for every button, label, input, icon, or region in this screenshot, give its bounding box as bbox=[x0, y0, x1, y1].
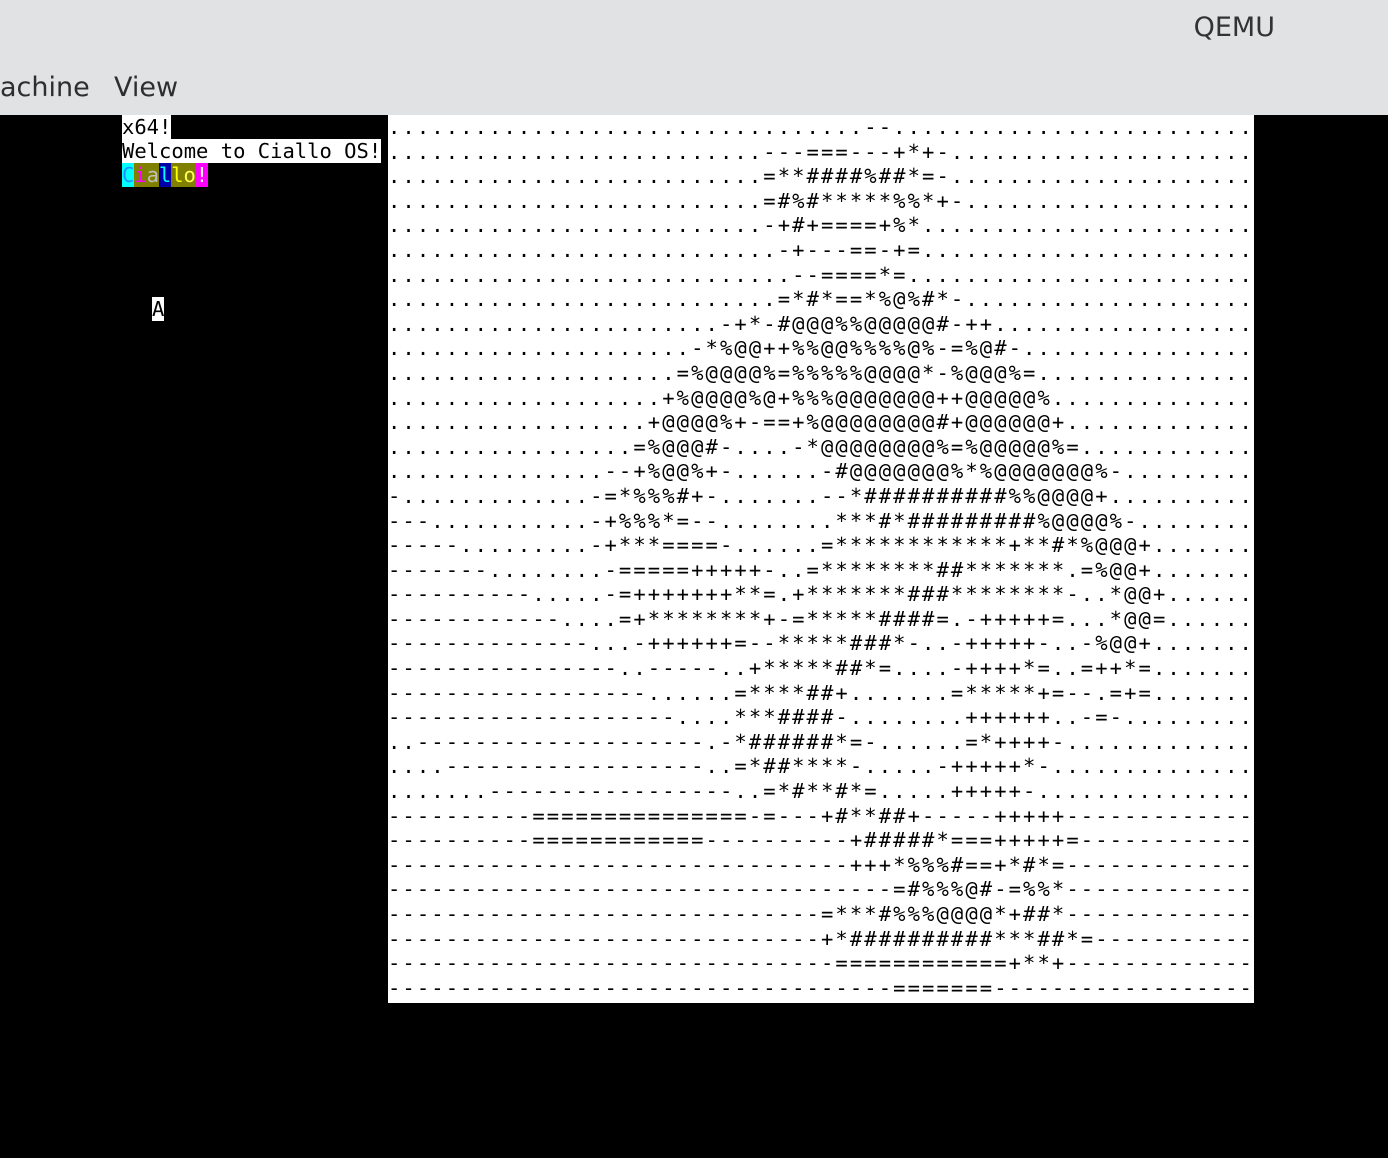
ascii-art-row: ............................--====*=....… bbox=[388, 262, 1254, 287]
ascii-art-row: ------------....=+********+-=*****####=.… bbox=[388, 606, 1254, 631]
ascii-art-row: ------------------------------+*########… bbox=[388, 926, 1254, 951]
ascii-art-row: -.............-=*%%%#+-.......--*#######… bbox=[388, 483, 1254, 508]
ascii-art-row: ..........................=**####%##*=-.… bbox=[388, 164, 1254, 189]
title-bar: QEMU bbox=[0, 0, 1388, 64]
ascii-art: .................................--.....… bbox=[388, 115, 1254, 1000]
window-title: QEMU bbox=[1193, 12, 1275, 43]
menu-machine[interactable]: achine bbox=[0, 72, 90, 103]
ascii-art-row: ...............--+%@@%+-......-#@@@@@@@%… bbox=[388, 459, 1254, 484]
ascii-art-row: ..........................=#%#*****%%*+-… bbox=[388, 188, 1254, 213]
ascii-art-row: .....................-*%@@++%%@@%%%%@%-=… bbox=[388, 336, 1254, 361]
ascii-art-row: ....------------------..=*##****-.....-+… bbox=[388, 754, 1254, 779]
ascii-art-row: ..................+@@@@%+-==+%@@@@@@@@#+… bbox=[388, 410, 1254, 435]
ascii-art-row: .................................--.....… bbox=[388, 115, 1254, 139]
menu-bar: achine View bbox=[0, 64, 1388, 116]
console-line-ciallo: Ciallo! bbox=[122, 163, 208, 187]
ciallo-char: a bbox=[146, 163, 159, 187]
ciallo-char: ! bbox=[195, 163, 209, 187]
ascii-art-row: -------------------------------=========… bbox=[388, 951, 1254, 976]
ascii-art-row: ------------------......=****##+.......=… bbox=[388, 680, 1254, 705]
console-line-arch: x64! bbox=[122, 115, 172, 139]
ascii-art-row: ----------------..-----..+*****##*=....-… bbox=[388, 656, 1254, 681]
ascii-art-row: -----------------------------------=#%%%… bbox=[388, 877, 1254, 902]
ascii-art-row: -------........-=====+++++-..=********##… bbox=[388, 557, 1254, 582]
vm-display[interactable]: x64! Welcome to Ciallo OS! Ciallo! A ...… bbox=[0, 115, 1388, 1158]
ascii-art-row: --------------...-++++++=--*****###*-..-… bbox=[388, 631, 1254, 656]
ciallo-char: o bbox=[183, 163, 196, 187]
ascii-art-row: .......-----------------..=*#**#*=.....+… bbox=[388, 779, 1254, 804]
ciallo-char: l bbox=[158, 163, 172, 187]
ascii-art-row: ...........................=*#*==*%@%#*-… bbox=[388, 287, 1254, 312]
ascii-art-row: ...........................-+---==-+=...… bbox=[388, 237, 1254, 262]
ascii-art-row: .................=%@@@#-....-*@@@@@@@@%=… bbox=[388, 434, 1254, 459]
ascii-art-row: ..........................-+#+====+%*...… bbox=[388, 213, 1254, 238]
ascii-art-row: ----------============----------+#####*=… bbox=[388, 828, 1254, 853]
ascii-art-row: ..--------------------.-*######*=-......… bbox=[388, 729, 1254, 754]
ascii-art-panel: .................................--.....… bbox=[388, 115, 1254, 1003]
ciallo-char: C bbox=[122, 163, 135, 187]
ciallo-char: i bbox=[134, 163, 147, 187]
ascii-art-row: ---...........-+%%%*=--........***#*####… bbox=[388, 508, 1254, 533]
ascii-art-row: ....................=%@@@@%=%%%%%@@@@*-%… bbox=[388, 360, 1254, 385]
ascii-art-row: .......................-+*-#@@@%%@@@@@#-… bbox=[388, 311, 1254, 336]
ascii-art-row: ----------.....-=+++++++**=.+*******###*… bbox=[388, 582, 1254, 607]
console-line-welcome: Welcome to Ciallo OS! bbox=[122, 139, 382, 163]
ascii-art-row: ..........................---===---+*+-.… bbox=[388, 139, 1254, 164]
key-echo: A bbox=[152, 297, 165, 321]
ascii-art-row: -----------------------------------=====… bbox=[388, 975, 1254, 1000]
ciallo-char: l bbox=[171, 163, 184, 187]
ascii-art-row: ----------===============-=---+#**##+---… bbox=[388, 803, 1254, 828]
menu-view[interactable]: View bbox=[114, 72, 178, 103]
ascii-art-row: --------------------....***####-........… bbox=[388, 705, 1254, 730]
ascii-art-row: --------------------------------+++*%%%#… bbox=[388, 852, 1254, 877]
ascii-art-row: ...................+%@@@@%@+%%%@@@@@@@++… bbox=[388, 385, 1254, 410]
ascii-art-row: ------------------------------=***#%%%@@… bbox=[388, 902, 1254, 926]
ascii-art-row: -----.........-+***====-......=*********… bbox=[388, 533, 1254, 558]
